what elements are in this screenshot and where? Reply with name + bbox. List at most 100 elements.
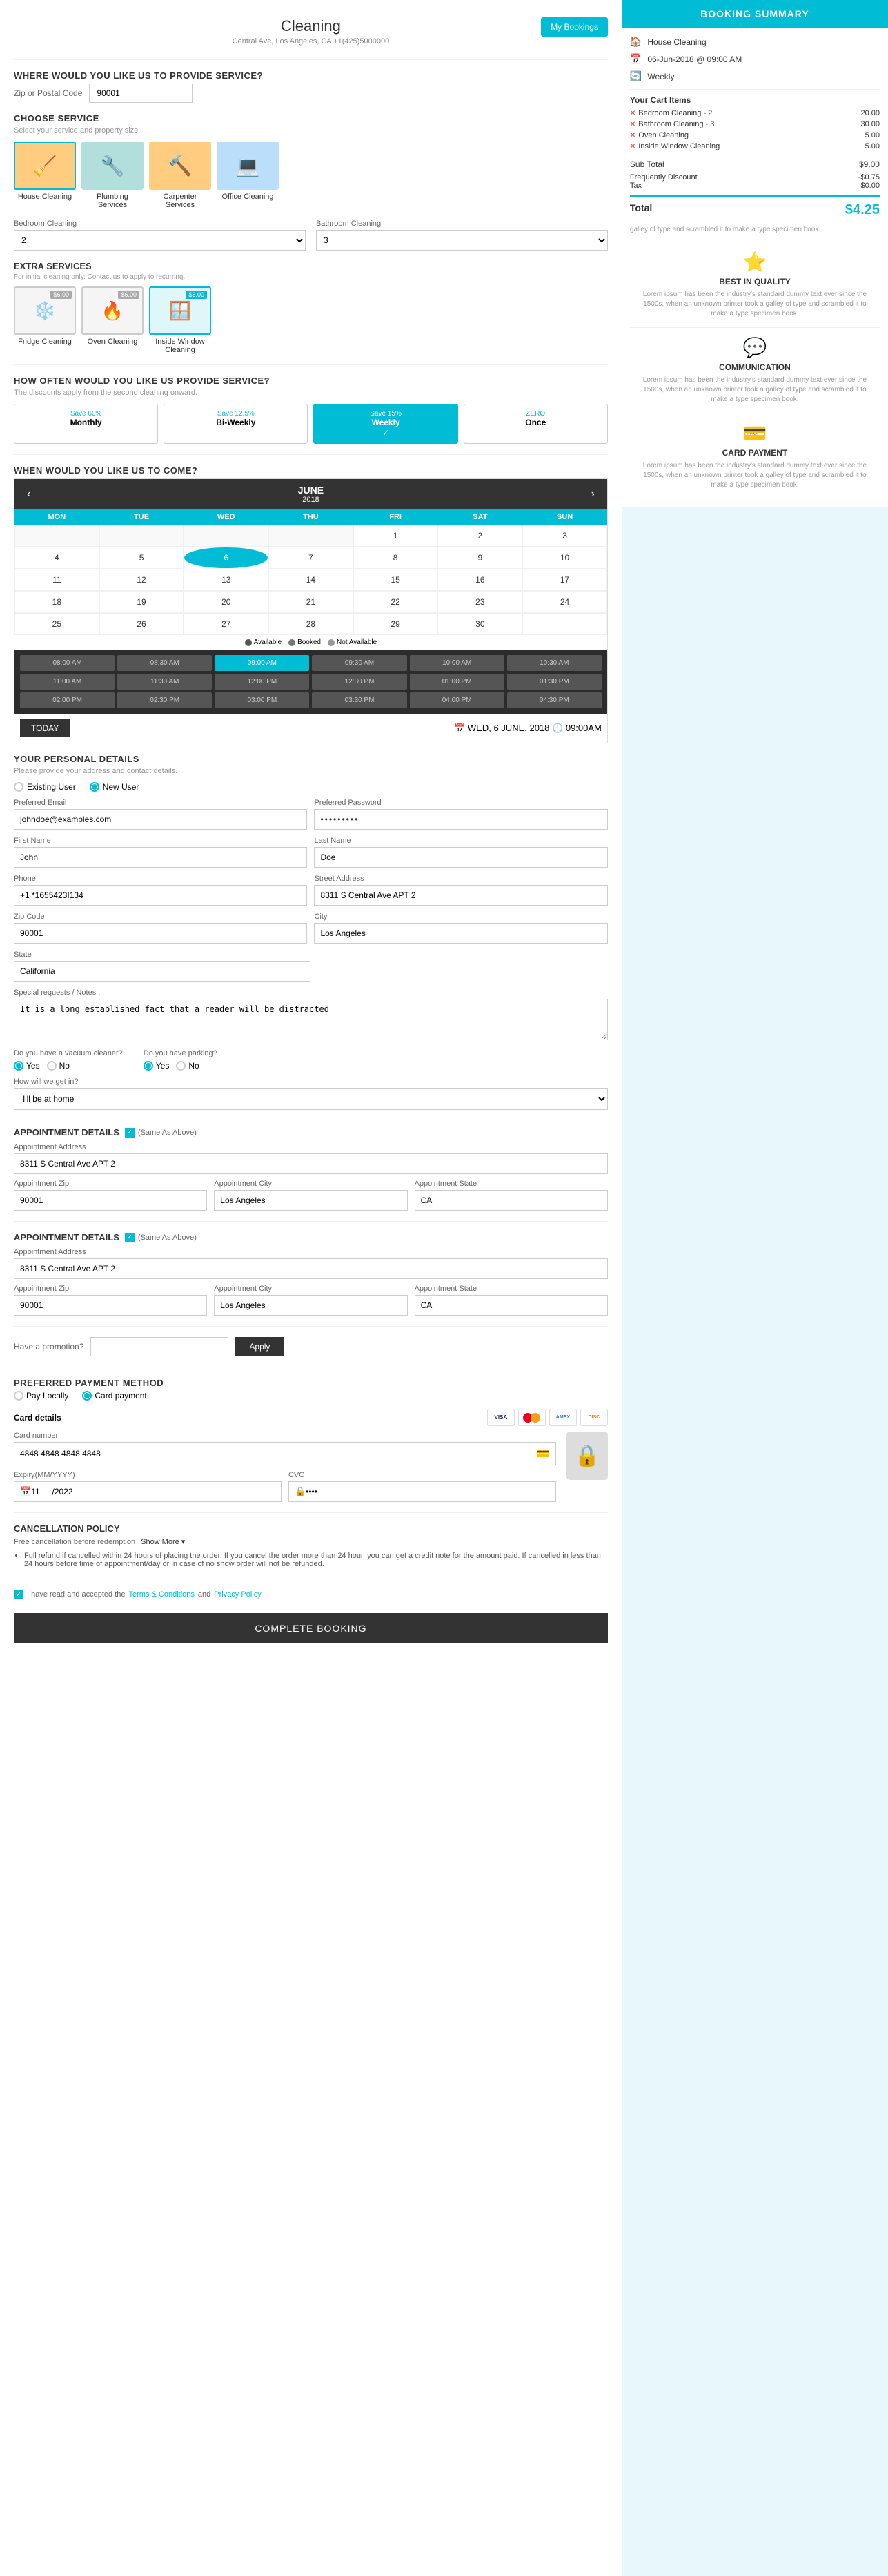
time-slot-09:30-am[interactable]: 09:30 AM <box>312 655 406 671</box>
time-slot-09:00-am[interactable]: 09:00 AM <box>215 655 309 671</box>
cal-day-30[interactable]: 30 <box>437 613 522 635</box>
freq-option-once[interactable]: ZERO Once <box>464 404 608 444</box>
card-number-input[interactable] <box>20 1449 536 1458</box>
cal-day-7[interactable]: 7 <box>268 547 353 569</box>
pay-locally-radio[interactable] <box>14 1391 23 1401</box>
cal-day-26[interactable]: 26 <box>99 613 184 635</box>
terms-conditions-link[interactable]: Terms & Conditions <box>129 1590 195 1599</box>
time-slot-03:30-pm[interactable]: 03:30 PM <box>312 692 406 708</box>
zip-input[interactable] <box>89 84 193 103</box>
cal-day-24[interactable]: 24 <box>522 591 607 613</box>
calendar-prev[interactable]: ‹ <box>20 488 37 500</box>
terms-checkbox[interactable] <box>14 1590 23 1599</box>
cal-day-17[interactable]: 17 <box>522 569 607 591</box>
password-input[interactable] <box>314 809 607 830</box>
freq-option-weekly[interactable]: Save 15% Weekly✓ <box>313 404 457 444</box>
street-input[interactable] <box>314 885 607 906</box>
appt-city-1-input[interactable] <box>214 1190 407 1211</box>
time-slot-02:30-pm[interactable]: 02:30 PM <box>117 692 212 708</box>
state-input[interactable] <box>14 961 310 982</box>
vacuum-no-radio[interactable] <box>47 1061 57 1071</box>
appt-address-1-input[interactable] <box>14 1153 608 1174</box>
new-user-option[interactable]: New User <box>90 782 139 792</box>
appt-zip-1-input[interactable] <box>14 1190 207 1211</box>
cal-day-2[interactable]: 2 <box>437 525 522 547</box>
cal-day-21[interactable]: 21 <box>268 591 353 613</box>
appt-address-2-input[interactable] <box>14 1258 608 1279</box>
freq-option-monthly[interactable]: Save 60% Monthly <box>14 404 158 444</box>
city-input[interactable] <box>314 923 607 944</box>
new-user-radio[interactable] <box>90 782 99 792</box>
today-button[interactable]: TODAY <box>20 719 70 737</box>
expiry-year-input[interactable] <box>55 1487 89 1496</box>
parking-no[interactable]: No <box>176 1061 199 1071</box>
cal-day-5[interactable]: 5 <box>99 547 184 569</box>
service-card-plumbing-services[interactable]: 🔧 Plumbing Services <box>81 142 144 209</box>
existing-user-radio[interactable] <box>14 782 23 792</box>
appt-zip-2-input[interactable] <box>14 1295 207 1316</box>
time-slot-01:30-pm[interactable]: 01:30 PM <box>507 674 602 690</box>
time-slot-12:00-pm[interactable]: 12:00 PM <box>215 674 309 690</box>
card-payment-option[interactable]: Card payment <box>82 1391 146 1401</box>
last-name-input[interactable] <box>314 847 607 868</box>
phone-input[interactable] <box>14 885 307 906</box>
cal-day-22[interactable]: 22 <box>353 591 438 613</box>
special-textarea[interactable]: It is a long established fact that a rea… <box>14 999 608 1040</box>
freq-option-bi-weekly[interactable]: Save 12.5% Bi-Weekly <box>164 404 308 444</box>
dropdown-select-0[interactable]: 1234 <box>14 230 306 251</box>
promo-input[interactable] <box>90 1337 228 1356</box>
service-card-office-cleaning[interactable]: 💻 Office Cleaning <box>217 142 279 209</box>
cal-day-4[interactable]: 4 <box>14 547 99 569</box>
time-slot-01:00-pm[interactable]: 01:00 PM <box>410 674 504 690</box>
appt-state-2-input[interactable] <box>415 1295 608 1316</box>
cal-day-28[interactable]: 28 <box>268 613 353 635</box>
parking-yes[interactable]: Yes <box>144 1061 170 1071</box>
parking-no-radio[interactable] <box>176 1061 186 1071</box>
time-slot-04:30-pm[interactable]: 04:30 PM <box>507 692 602 708</box>
apply-button[interactable]: Apply <box>235 1337 284 1356</box>
time-slot-04:00-pm[interactable]: 04:00 PM <box>410 692 504 708</box>
appt-city-2-input[interactable] <box>214 1295 407 1316</box>
cal-day-8[interactable]: 8 <box>353 547 438 569</box>
cal-day-3[interactable]: 3 <box>522 525 607 547</box>
cal-day-27[interactable]: 27 <box>184 613 268 635</box>
same-as-above-checkbox-2[interactable] <box>125 1233 135 1242</box>
time-slot-12:30-pm[interactable]: 12:30 PM <box>312 674 406 690</box>
same-as-above-checkbox-1[interactable] <box>125 1128 135 1138</box>
cal-day-11[interactable]: 11 <box>14 569 99 591</box>
time-slot-08:00-am[interactable]: 08:00 AM <box>20 655 115 671</box>
cal-day-25[interactable]: 25 <box>14 613 99 635</box>
time-slot-03:00-pm[interactable]: 03:00 PM <box>215 692 309 708</box>
cal-day-13[interactable]: 13 <box>184 569 268 591</box>
cal-day-29[interactable]: 29 <box>353 613 438 635</box>
pay-locally-option[interactable]: Pay Locally <box>14 1391 68 1401</box>
existing-user-option[interactable]: Existing User <box>14 782 76 792</box>
cal-day-12[interactable]: 12 <box>99 569 184 591</box>
cal-day-9[interactable]: 9 <box>437 547 522 569</box>
cal-day-16[interactable]: 16 <box>437 569 522 591</box>
cal-day-15[interactable]: 15 <box>353 569 438 591</box>
cal-day-14[interactable]: 14 <box>268 569 353 591</box>
cal-day-1[interactable]: 1 <box>353 525 438 547</box>
vacuum-yes[interactable]: Yes <box>14 1061 40 1071</box>
cal-day-10[interactable]: 10 <box>522 547 607 569</box>
cal-day-19[interactable]: 19 <box>99 591 184 613</box>
personal-zip-input[interactable] <box>14 923 307 944</box>
cal-day-20[interactable]: 20 <box>184 591 268 613</box>
first-name-input[interactable] <box>14 847 307 868</box>
email-input[interactable] <box>14 809 307 830</box>
cal-day-23[interactable]: 23 <box>437 591 522 613</box>
my-bookings-button[interactable]: My Bookings <box>541 17 608 37</box>
time-slot-02:00-pm[interactable]: 02:00 PM <box>20 692 115 708</box>
dropdown-select-1[interactable]: 1234 <box>316 230 608 251</box>
card-payment-radio[interactable] <box>82 1391 92 1401</box>
service-card-carpenter-services[interactable]: 🔨 Carpenter Services <box>149 142 211 209</box>
cvc-input[interactable] <box>306 1487 347 1496</box>
time-slot-11:00-am[interactable]: 11:00 AM <box>20 674 115 690</box>
time-slot-10:30-am[interactable]: 10:30 AM <box>507 655 602 671</box>
vacuum-yes-radio[interactable] <box>14 1061 23 1071</box>
cal-day-18[interactable]: 18 <box>14 591 99 613</box>
calendar-next[interactable]: › <box>584 488 602 500</box>
how-get-select[interactable]: I'll be at home <box>14 1088 608 1110</box>
privacy-policy-link[interactable]: Privacy Policy <box>214 1590 261 1599</box>
